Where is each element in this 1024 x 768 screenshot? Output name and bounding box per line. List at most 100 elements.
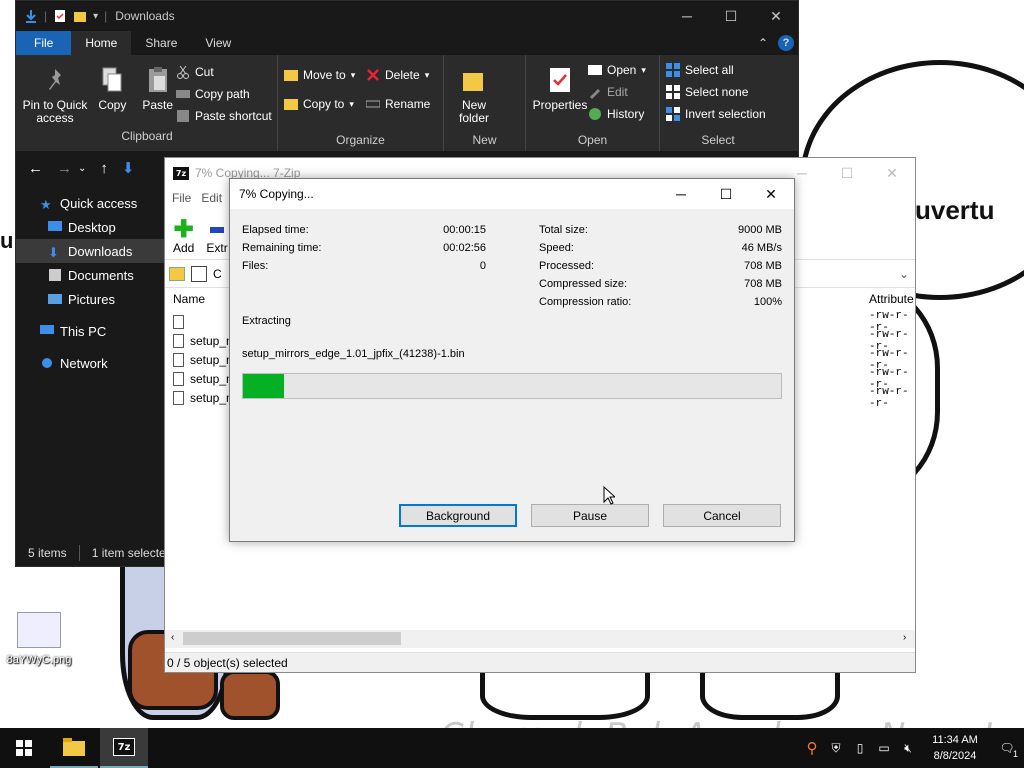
scrollbar-thumb[interactable] xyxy=(183,632,401,645)
dialog-close-button[interactable]: ✕ xyxy=(748,179,794,209)
pc-icon xyxy=(40,325,54,334)
maximize-button[interactable]: ☐ xyxy=(708,1,754,31)
clock-date: 8/8/2024 xyxy=(933,750,977,762)
compression-ratio-label: Compression ratio: xyxy=(539,296,632,308)
start-button[interactable] xyxy=(0,728,48,768)
desktop-file-icon[interactable]: 8aYWyC.png xyxy=(6,612,72,666)
tab-view[interactable]: View xyxy=(191,31,245,55)
taskbar: 7z ⚲ ⛨ ▯ ▭ 🔇︎ 11:34 AM 8/8/2024 🗨︎ 1 xyxy=(0,728,1024,768)
recent-locations-icon[interactable]: ⌄ xyxy=(78,163,86,174)
paste-shortcut-button[interactable]: Paste shortcut xyxy=(176,105,272,127)
shield-icon[interactable]: ⛨ xyxy=(824,741,848,756)
background-button[interactable]: Background xyxy=(399,504,517,527)
folder-icon xyxy=(63,738,85,756)
customize-qa-icon[interactable]: ▾ xyxy=(93,11,98,22)
select-all-button[interactable]: Select all xyxy=(666,59,770,81)
close-button[interactable]: ✕ xyxy=(753,1,799,31)
pin-icon xyxy=(49,69,61,90)
nav-desktop[interactable]: Desktop xyxy=(16,215,166,239)
properties-icon xyxy=(550,68,570,92)
clock[interactable]: 11:34 AM 8/8/2024 xyxy=(920,732,990,764)
files-label: Files: xyxy=(242,260,269,272)
dialog-minimize-button[interactable]: ─ xyxy=(658,179,704,209)
cut-button[interactable]: Cut xyxy=(176,61,272,83)
edit-button[interactable]: Edit xyxy=(588,81,646,103)
folder-up-icon[interactable] xyxy=(169,266,185,281)
notifications-button[interactable]: 🗨︎ 1 xyxy=(990,741,1024,759)
path-dropdown-icon[interactable]: ⌄ xyxy=(899,267,909,281)
pictures-icon xyxy=(48,294,62,304)
copy-button[interactable]: Copy xyxy=(91,59,133,112)
invert-selection-button[interactable]: Invert selection xyxy=(666,103,770,125)
open-group: Properties Open ▾ Edit History Open xyxy=(526,55,660,151)
minimize-button[interactable]: ─ xyxy=(664,1,710,31)
pause-button[interactable]: Pause xyxy=(531,504,649,527)
nav-pictures[interactable]: Pictures xyxy=(16,287,166,311)
nav-downloads[interactable]: ⬇ Downloads xyxy=(16,239,166,263)
column-name[interactable]: Name xyxy=(173,292,205,306)
extract-icon xyxy=(210,227,225,233)
cut-icon xyxy=(177,65,189,79)
add-button[interactable]: ✚ Add xyxy=(173,218,194,256)
paste-button[interactable]: Paste xyxy=(137,59,179,112)
history-button[interactable]: History xyxy=(588,103,646,125)
menu-edit[interactable]: Edit xyxy=(201,191,222,205)
sz-close-button[interactable]: ✕ xyxy=(869,158,915,188)
nav-documents[interactable]: Documents xyxy=(16,263,166,287)
address-download-icon: ⬇ xyxy=(121,160,135,177)
edit-icon xyxy=(590,89,600,99)
network-tray-icon[interactable]: ▭ xyxy=(872,741,896,755)
nav-this-pc[interactable]: This PC xyxy=(16,319,166,343)
nav-network[interactable]: Network xyxy=(16,351,166,375)
tab-share[interactable]: Share xyxy=(131,31,191,55)
select-group: Select all Select none Invert selection … xyxy=(660,55,776,151)
select-none-button[interactable]: Select none xyxy=(666,81,770,103)
open-button[interactable]: Open ▾ xyxy=(588,59,646,81)
delete-button[interactable]: Delete ▾ xyxy=(366,64,429,86)
windows-logo-icon xyxy=(16,740,32,756)
horizontal-scrollbar[interactable]: ‹ › xyxy=(165,630,915,648)
sz-maximize-button[interactable]: ☐ xyxy=(824,158,870,188)
scroll-right-icon[interactable]: › xyxy=(903,632,906,643)
volume-muted-icon[interactable]: 🔇︎ xyxy=(896,741,920,756)
download-icon: ⬇ xyxy=(48,245,59,260)
properties-button[interactable]: Properties xyxy=(532,59,588,112)
column-attributes[interactable]: Attribute xyxy=(869,292,914,306)
collapse-ribbon-icon[interactable]: ⌃ xyxy=(758,36,768,50)
copy-progress-dialog: 7% Copying... ─ ☐ ✕ Elapsed time: 00:00:… xyxy=(229,178,795,542)
network-icon xyxy=(42,358,52,368)
progress-bar-fill xyxy=(243,374,284,398)
tab-home[interactable]: Home xyxy=(71,31,132,55)
path-text[interactable]: C xyxy=(213,267,222,281)
rename-button[interactable]: Rename xyxy=(366,93,430,115)
cancel-button[interactable]: Cancel xyxy=(663,504,781,527)
dialog-maximize-button[interactable]: ☐ xyxy=(703,179,749,209)
taskbar-7zip-button[interactable]: 7z xyxy=(100,728,148,768)
system-tray: ⚲ ⛨ ▯ ▭ 🔇︎ 11:34 AM 8/8/2024 🗨︎ 1 xyxy=(800,728,1024,768)
history-icon xyxy=(589,108,601,120)
menu-file[interactable]: File xyxy=(172,191,191,205)
properties-icon[interactable] xyxy=(53,9,67,23)
new-folder-icon[interactable] xyxy=(73,9,87,23)
usb-icon[interactable]: ▯ xyxy=(848,741,872,755)
help-icon[interactable]: ? xyxy=(778,35,794,51)
nav-quick-access[interactable]: ★ Quick access xyxy=(16,191,166,215)
forward-icon[interactable]: → xyxy=(57,160,72,177)
file-icon xyxy=(173,390,184,405)
tab-file[interactable]: File xyxy=(16,31,72,55)
wallpaper-text: uvertu xyxy=(915,195,995,225)
extract-button[interactable]: Extr xyxy=(206,227,228,255)
search-icon[interactable]: ⚲ xyxy=(800,739,824,757)
new-folder-button[interactable]: New folder xyxy=(450,59,498,125)
pin-quick-access-button[interactable]: Pin to Quick access xyxy=(22,59,88,125)
scroll-left-icon[interactable]: ‹ xyxy=(171,632,174,643)
taskbar-explorer-button[interactable] xyxy=(50,728,98,768)
notification-count: 1 xyxy=(1012,749,1018,759)
up-icon[interactable]: ↑ xyxy=(100,160,108,177)
new-folder-icon xyxy=(463,73,483,91)
back-icon[interactable]: ← xyxy=(28,160,43,177)
copy-path-button[interactable]: Copy path xyxy=(176,83,272,105)
invert-selection-icon xyxy=(666,107,680,121)
organize-group: Move to ▾ Copy to ▾ Delete ▾ Rename Organiz… xyxy=(278,55,444,151)
clipboard-group-label: Clipboard xyxy=(121,129,173,143)
